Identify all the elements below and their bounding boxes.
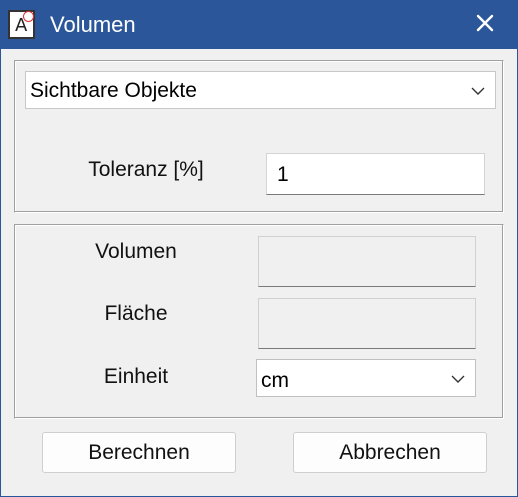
chevron-down-icon — [451, 375, 465, 383]
area-label: Fläche — [104, 302, 168, 325]
unit-label: Einheit — [103, 365, 169, 388]
app-icon-badge — [23, 11, 34, 22]
volume-dialog: A Volumen Sichtbare Objekte Toleranz [%]… — [0, 0, 518, 497]
close-icon — [476, 14, 494, 32]
volume-label: Volumen — [95, 240, 177, 263]
tolerance-label: Toleranz [%] — [88, 158, 204, 181]
unit-dropdown[interactable]: cm — [256, 359, 476, 397]
cancel-button[interactable]: Abbrechen — [293, 432, 487, 473]
objects-dropdown-value: Sichtbare Objekte — [30, 79, 197, 102]
tolerance-value: 1 — [277, 163, 289, 186]
app-icon: A — [8, 10, 35, 39]
tolerance-input[interactable]: 1 — [266, 153, 485, 195]
volume-output — [258, 236, 476, 287]
objects-dropdown[interactable]: Sichtbare Objekte — [25, 71, 496, 109]
close-button[interactable] — [453, 1, 517, 45]
unit-dropdown-value: cm — [261, 369, 289, 392]
area-output — [258, 298, 476, 349]
calculate-button[interactable]: Berechnen — [42, 432, 236, 473]
chevron-down-icon — [471, 87, 485, 95]
title-bar: A Volumen — [1, 1, 517, 49]
window-title: Volumen — [50, 12, 136, 37]
